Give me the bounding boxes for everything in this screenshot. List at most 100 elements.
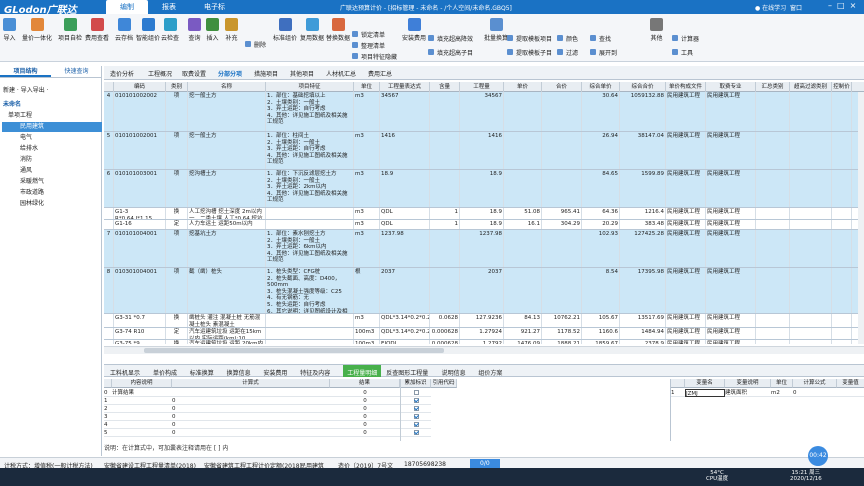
tree-item-civil[interactable]: 民用建筑 [2, 122, 102, 132]
grid-header-cell[interactable]: 含量 [430, 82, 460, 92]
close-icon[interactable]: × [850, 1, 862, 10]
table-row[interactable]: 7 010101004001 项挖基坑土方 1．部位：素水刨挖土方 2．土壤类别：一般… [104, 230, 864, 268]
grid-cell[interactable]: 26.94 [582, 132, 620, 169]
grid-cell[interactable]: 18.9 [460, 170, 504, 207]
grid-cell[interactable] [430, 230, 460, 267]
grid-cell[interactable] [832, 208, 852, 219]
grid-cell[interactable]: 10762.21 [542, 314, 582, 327]
grid-header-cell[interactable]: 超高过滤类别 [790, 82, 832, 92]
tree-item-road[interactable]: 市政道路 [20, 188, 44, 198]
grid-cell[interactable] [504, 132, 542, 169]
grid-header-cell[interactable]: 单位 [354, 82, 380, 92]
tab-other-items[interactable]: 其他项目 [290, 69, 314, 78]
quantity-price-button[interactable]: 量价一体化 [22, 18, 52, 42]
grid-cell[interactable]: G3-74 R10 [114, 328, 166, 339]
detail-tab[interactable]: 单价构成 [153, 368, 177, 377]
grid-cell[interactable]: 965.41 [542, 208, 582, 219]
accumulate-checkbox-cell[interactable] [401, 413, 431, 421]
detail-tab[interactable]: 特征及内容 [300, 368, 330, 377]
grid-cell[interactable] [756, 268, 790, 313]
grid-cell[interactable]: 项 [166, 170, 188, 207]
grid-cell[interactable] [832, 220, 852, 229]
grid-cell[interactable]: m3 [354, 230, 380, 267]
variable-header-cell[interactable]: 变量名 [685, 379, 725, 388]
query-button[interactable]: 查询 [188, 18, 201, 42]
grid-cell[interactable]: m3 [354, 170, 380, 207]
grid-cell[interactable]: 010101002001 [114, 132, 166, 169]
expand-button[interactable]: 展开到 [590, 48, 617, 57]
grid-cell[interactable]: 1059132.88 [620, 92, 666, 131]
tree-toolbar[interactable]: 新建 · 导入导出 · [3, 86, 49, 96]
grid-cell[interactable]: 1．部位：下沉反滤层挖土方 2．土壤类别：一般土 3．弃土运距：2km以内 4．… [266, 170, 354, 207]
detail-cell[interactable]: 0 [172, 413, 330, 421]
accumulate-checkbox[interactable] [413, 430, 419, 435]
delete-button[interactable]: 删除 [245, 40, 266, 49]
grid-cell[interactable]: 105.67 [582, 314, 620, 327]
table-row[interactable]: G3-31 *0.7 换凿桩头 灌注 混凝土桩 无筋混凝土桩头 素混凝土 m3 QDL… [104, 314, 864, 328]
grid-vertical-scrollbar[interactable] [858, 92, 864, 344]
grid-cell[interactable]: 010101002002 [114, 92, 166, 131]
supplement-button[interactable]: 补充 [225, 18, 238, 42]
grid-cell[interactable] [790, 208, 832, 219]
grid-cell[interactable]: 30.64 [582, 92, 620, 131]
grid-cell[interactable] [756, 230, 790, 267]
grid-cell[interactable]: 民用建筑工程 [706, 208, 756, 219]
detail-cell[interactable]: 0 [330, 405, 400, 413]
calculator-button[interactable]: 计算器 [672, 34, 699, 43]
grid-cell[interactable]: 18.9 [380, 170, 430, 207]
grid-cell[interactable] [430, 92, 460, 131]
grid-cell[interactable] [790, 340, 832, 344]
table-row[interactable]: G1-16 定人力车运土 运距50m以内 m3 QDL 1 18.9 16.1 304.29 2… [104, 220, 864, 230]
grid-cell[interactable]: 民用建筑工程 [706, 328, 756, 339]
grid-cell[interactable] [832, 170, 852, 207]
grid-cell[interactable] [266, 220, 354, 229]
grid-header-cell[interactable]: 合价 [542, 82, 582, 92]
grid-cell[interactable] [104, 208, 114, 219]
grid-cell[interactable]: 5 [104, 132, 114, 169]
table-row[interactable]: G3-74 R10 定汽车运建筑垃圾 运距在15km以内 实际运距(km):10 1… [104, 328, 864, 340]
grid-cell[interactable] [756, 92, 790, 131]
variable-cell[interactable]: 0 [793, 389, 837, 397]
grid-cell[interactable] [832, 314, 852, 327]
detail-cell[interactable]: 0 [330, 429, 400, 437]
grid-cell[interactable]: 项 [166, 132, 188, 169]
grid-cell[interactable] [832, 340, 852, 344]
grid-cell[interactable]: 换 [166, 314, 188, 327]
grid-cell[interactable] [756, 208, 790, 219]
grid-cell[interactable]: 1237.98 [380, 230, 430, 267]
grid-header-cell[interactable]: 综合合价 [620, 82, 666, 92]
grid-cell[interactable]: 38147.04 [620, 132, 666, 169]
grid-header-cell[interactable]: 编码 [114, 82, 166, 92]
other-button[interactable]: 其他 [650, 18, 663, 42]
grid-cell[interactable]: 0.000628 [430, 340, 460, 344]
detail-tab[interactable]: 标准换算 [190, 368, 214, 377]
menu-tab-report[interactable]: 报表 [148, 0, 190, 14]
grid-cell[interactable] [832, 92, 852, 131]
grid-cell[interactable]: 民用建筑工程 [706, 268, 756, 313]
detail-cell[interactable]: 2 [104, 405, 112, 413]
grid-cell[interactable]: 2378.9 [620, 340, 666, 344]
grid-cell[interactable]: 1178.52 [542, 328, 582, 339]
grid-cell[interactable]: 民用建筑工程 [666, 314, 706, 327]
tab-overview[interactable]: 工程概况 [148, 69, 172, 78]
grid-header-cell[interactable]: 单价构成文件 [666, 82, 706, 92]
grid-cell[interactable]: 010101003001 [114, 170, 166, 207]
grid-cell[interactable]: G1-16 [114, 220, 166, 229]
extract-template-button[interactable]: 提取模板项目 [507, 34, 552, 43]
table-row[interactable]: 8 010301004001 项截（凿）桩头 1．桩头类型：CFG桩 2．桩头截面、高… [104, 268, 864, 314]
grid-cell[interactable]: G3-75 *9 [114, 340, 166, 344]
grid-cell[interactable] [756, 220, 790, 229]
grid-cell[interactable] [832, 268, 852, 313]
detail-header-cell[interactable]: 累加标识 [401, 379, 431, 388]
grid-cell[interactable]: 定 [166, 328, 188, 339]
grid-cell[interactable] [430, 132, 460, 169]
grid-header-cell[interactable]: 单价 [504, 82, 542, 92]
detail-cell[interactable] [172, 389, 330, 397]
grid-cell[interactable]: 汽车运建筑垃圾 运距 20km内每增加运1km [188, 340, 266, 344]
detail-tab[interactable]: 换算信息 [227, 368, 251, 377]
grid-cell[interactable] [542, 170, 582, 207]
grid-cell[interactable]: 17395.98 [620, 268, 666, 313]
insert-button[interactable]: 插入 [206, 18, 219, 42]
tree-item-garden[interactable]: 园林绿化 [20, 199, 44, 209]
fee-view-button[interactable]: 费用查看 [85, 18, 109, 42]
